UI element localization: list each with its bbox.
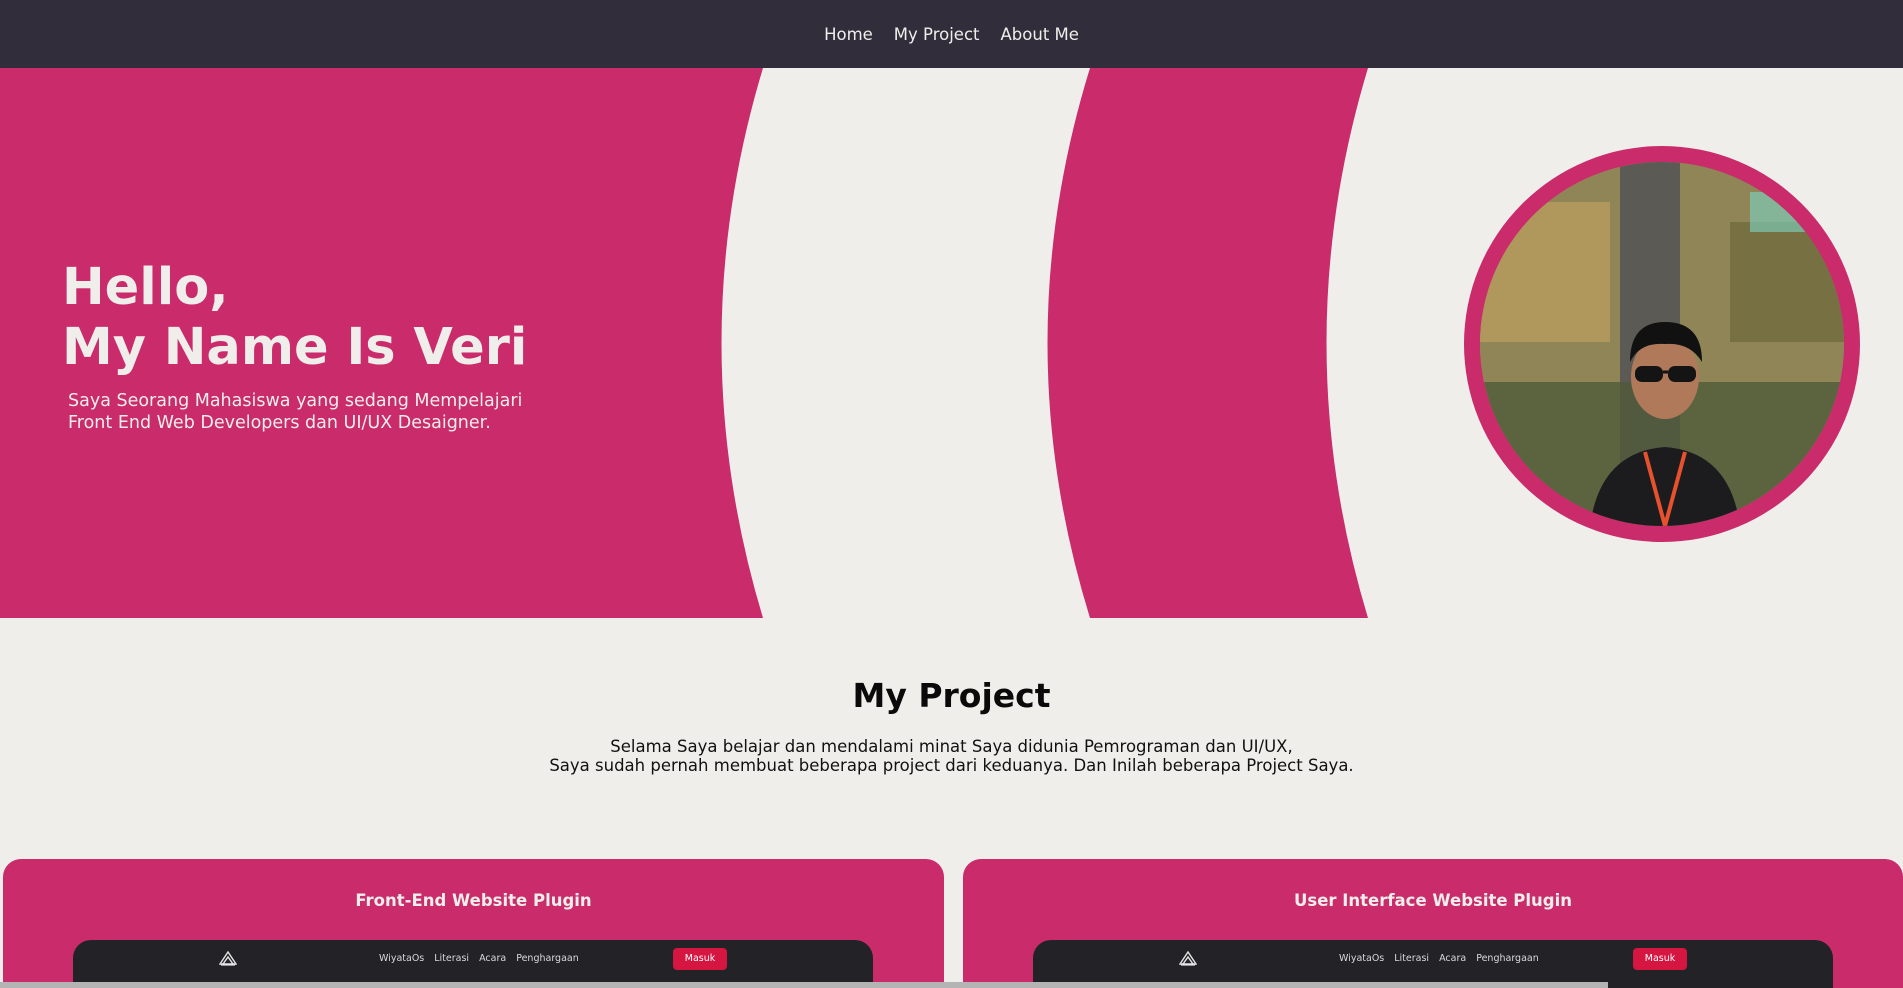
nav-about-me[interactable]: About Me (1001, 25, 1079, 44)
preview-nav-item: Penghargaan (516, 953, 579, 964)
mountain-logo-icon (1179, 950, 1197, 966)
horizontal-scrollbar[interactable] (0, 982, 1608, 988)
projects-description-line2: Saya sudah pernah membuat beberapa proje… (549, 756, 1354, 775)
preview-nav-item: WiyataOs (379, 953, 425, 964)
preview-nav-item: Penghargaan (1476, 953, 1539, 964)
mountain-logo-icon (219, 950, 237, 966)
hero-section: Hello, My Name Is Veri Saya Seorang Maha… (0, 68, 1903, 618)
hero-subtitle-line1: Saya Seorang Mahasiswa yang sedang Mempe… (68, 391, 523, 411)
projects-description-line1: Selama Saya belajar dan mendalami minat … (610, 737, 1293, 756)
preview-masuk-button: Masuk (673, 948, 727, 970)
preview-nav-item: Acara (1439, 953, 1467, 964)
nav-my-project[interactable]: My Project (894, 25, 980, 44)
hero-title: Hello, My Name Is Veri (62, 258, 527, 378)
project-preview: WiyataOs Literasi Acara Penghargaan Masu… (1033, 940, 1833, 988)
profile-photo (1480, 162, 1844, 526)
preview-nav-item: Acara (479, 953, 507, 964)
navbar: Home My Project About Me (0, 0, 1903, 68)
project-card-title: User Interface Website Plugin (1293, 891, 1573, 910)
preview-nav-item: WiyataOs (1339, 953, 1385, 964)
hero-title-line2: My Name Is Veri (62, 318, 528, 377)
hero-subtitle-line2: Front End Web Developers dan UI/UX Desai… (68, 413, 491, 433)
project-preview: WiyataOs Literasi Acara Penghargaan Masu… (73, 940, 873, 988)
profile-photo-illustration (1480, 162, 1844, 526)
profile-photo-frame (1464, 146, 1860, 542)
project-card-title: Front-End Website Plugin (355, 891, 592, 910)
hero-title-line1: Hello, (62, 258, 229, 317)
project-card-ui[interactable]: User Interface Website Plugin WiyataOs L… (963, 859, 1903, 988)
preview-nav: WiyataOs Literasi Acara Penghargaan (1339, 953, 1539, 964)
preview-nav: WiyataOs Literasi Acara Penghargaan (379, 953, 579, 964)
preview-nav-item: Literasi (1394, 953, 1430, 964)
projects-title: My Project (852, 676, 1051, 715)
projects-description: Selama Saya belajar dan mendalami minat … (0, 737, 1903, 775)
hero-subtitle: Saya Seorang Mahasiswa yang sedang Mempe… (68, 390, 522, 434)
project-card-frontend[interactable]: Front-End Website Plugin WiyataOs Litera… (3, 859, 944, 988)
preview-nav-item: Literasi (434, 953, 470, 964)
nav-home[interactable]: Home (824, 25, 873, 44)
preview-masuk-button: Masuk (1633, 948, 1687, 970)
